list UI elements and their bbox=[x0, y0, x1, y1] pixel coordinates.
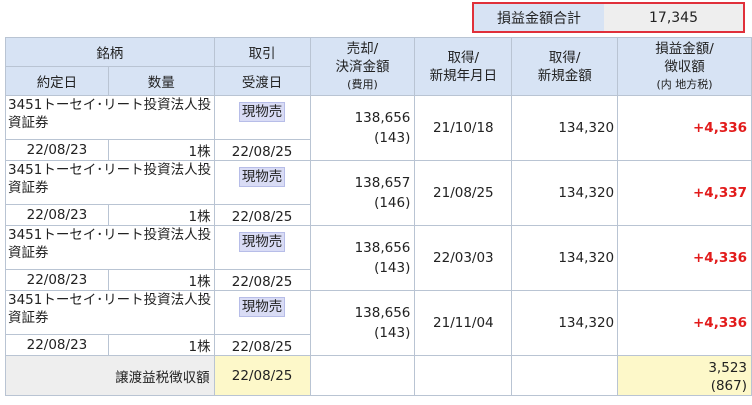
acq-date-cell: 21/11/04 bbox=[414, 290, 513, 356]
profit-total-summary: 損益金額合計 17,345 bbox=[472, 2, 745, 33]
profit-total-label: 損益金額合計 bbox=[474, 4, 604, 31]
stock-name-link[interactable]: 3451トーセイ･リート投資法人投資証券 bbox=[5, 95, 215, 140]
tax-withholding-amount: 3,523 (867) bbox=[617, 355, 752, 396]
trade-type-cell: 現物売 bbox=[213, 225, 311, 270]
ukewatashi-cell: 22/08/25 bbox=[213, 269, 311, 291]
qty-cell: 1株 bbox=[107, 204, 215, 226]
tax-withholding-date: 22/08/25 bbox=[213, 355, 311, 396]
stock-name-link[interactable]: 3451トーセイ･リート投資法人投資証券 bbox=[5, 225, 215, 270]
header-sale-amount: 売却/ 決済金額 (費用) bbox=[309, 37, 416, 96]
empty-cell bbox=[511, 355, 619, 396]
yakujo-cell: 22/08/23 bbox=[5, 139, 109, 161]
acq-amount-cell: 134,320 bbox=[511, 225, 619, 291]
trade-history-table: 銘柄 取引 売却/ 決済金額 (費用) 取得/ 新規年月日 取得/ 新規金額 損… bbox=[5, 37, 752, 396]
ukewatashi-cell: 22/08/25 bbox=[213, 139, 311, 161]
header-ukewatashi: 受渡日 bbox=[213, 66, 311, 96]
acq-date-cell: 21/10/18 bbox=[414, 95, 513, 161]
stock-name-link[interactable]: 3451トーセイ･リート投資法人投資証券 bbox=[5, 290, 215, 335]
header-torihiki: 取引 bbox=[213, 37, 311, 67]
sale-amount-cell: 138,656 (143) bbox=[309, 225, 416, 291]
trade-type-badge: 現物売 bbox=[238, 297, 286, 317]
acq-amount-cell: 134,320 bbox=[511, 290, 619, 356]
acq-amount-cell: 134,320 bbox=[511, 95, 619, 161]
qty-cell: 1株 bbox=[107, 334, 215, 356]
ukewatashi-cell: 22/08/25 bbox=[213, 334, 311, 356]
header-suryo: 数量 bbox=[107, 66, 215, 96]
header-meigara: 銘柄 bbox=[5, 37, 215, 67]
trade-type-badge: 現物売 bbox=[238, 102, 286, 122]
header-profit-loss: 損益金額/ 徴収額 (内 地方税) bbox=[617, 37, 752, 96]
stock-name-link[interactable]: 3451トーセイ･リート投資法人投資証券 bbox=[5, 160, 215, 205]
tax-withholding-label: 譲渡益税徴収額 bbox=[5, 355, 215, 396]
empty-cell bbox=[414, 355, 513, 396]
sale-amount-cell: 138,656 (143) bbox=[309, 95, 416, 161]
acq-date-cell: 21/08/25 bbox=[414, 160, 513, 226]
trade-type-cell: 現物売 bbox=[213, 160, 311, 205]
qty-cell: 1株 bbox=[107, 139, 215, 161]
trade-type-cell: 現物売 bbox=[213, 290, 311, 335]
qty-cell: 1株 bbox=[107, 269, 215, 291]
empty-cell bbox=[309, 355, 416, 396]
sale-amount-cell: 138,657 (146) bbox=[309, 160, 416, 226]
header-acq-amount: 取得/ 新規金額 bbox=[511, 37, 619, 96]
sale-amount-cell: 138,656 (143) bbox=[309, 290, 416, 356]
profit-cell: +4,336 bbox=[617, 225, 752, 291]
profit-cell: +4,337 bbox=[617, 160, 752, 226]
acq-date-cell: 22/03/03 bbox=[414, 225, 513, 291]
yakujo-cell: 22/08/23 bbox=[5, 269, 109, 291]
header-acq-date: 取得/ 新規年月日 bbox=[414, 37, 513, 96]
profit-cell: +4,336 bbox=[617, 95, 752, 161]
yakujo-cell: 22/08/23 bbox=[5, 334, 109, 356]
profit-cell: +4,336 bbox=[617, 290, 752, 356]
acq-amount-cell: 134,320 bbox=[511, 160, 619, 226]
yakujo-cell: 22/08/23 bbox=[5, 204, 109, 226]
trade-type-cell: 現物売 bbox=[213, 95, 311, 140]
trade-type-badge: 現物売 bbox=[238, 167, 286, 187]
profit-total-value: 17,345 bbox=[604, 4, 743, 31]
header-yakujo: 約定日 bbox=[5, 66, 109, 96]
trade-type-badge: 現物売 bbox=[238, 232, 286, 252]
ukewatashi-cell: 22/08/25 bbox=[213, 204, 311, 226]
